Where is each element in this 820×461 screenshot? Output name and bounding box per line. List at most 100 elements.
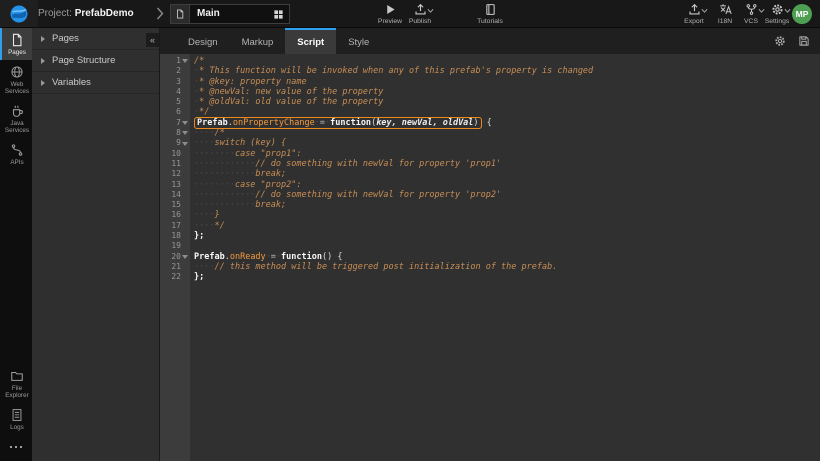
more-options-icon[interactable] (0, 439, 32, 455)
code-line[interactable]: 9····switch (key) { (160, 138, 820, 148)
whitespace-dots: ············ (194, 169, 255, 179)
code-line[interactable]: 5·* @oldVal: old value of the property (160, 97, 820, 107)
code-line[interactable]: 21····// this method will be triggered p… (160, 262, 820, 272)
line-number: 6 (176, 107, 181, 117)
sidebar-item-web-services[interactable]: Web Services (0, 60, 32, 99)
gutter[interactable]: 3 (160, 77, 190, 87)
app-logo[interactable] (0, 0, 38, 27)
code-token: key, newVal, oldVal (376, 118, 473, 128)
script-settings-gear-icon[interactable] (774, 35, 786, 47)
gutter[interactable]: 10 (160, 149, 190, 159)
fold-arrow-icon[interactable] (182, 59, 188, 63)
code-text: ············break; (190, 169, 286, 179)
sidebar-item-logs[interactable]: Logs (0, 403, 32, 435)
chevron-right-icon (41, 36, 45, 42)
gutter[interactable]: 15 (160, 200, 190, 210)
code-line[interactable]: 17····*/ (160, 221, 820, 231)
fold-arrow-icon[interactable] (182, 255, 188, 259)
java-services-label: Java Services (2, 120, 32, 134)
gutter[interactable]: 6 (160, 107, 190, 117)
code-line[interactable]: 7Prefab.onPropertyChange·=·function(key,… (160, 118, 820, 128)
tab-script[interactable]: Script (285, 28, 336, 54)
gutter[interactable]: 16 (160, 210, 190, 220)
fold-arrow-icon[interactable] (182, 131, 188, 135)
code-token: onPropertyChange (233, 118, 315, 128)
code-line[interactable]: 3·* @key: property name (160, 77, 820, 87)
code-token: { (487, 118, 492, 128)
line-number: 15 (171, 200, 181, 210)
gutter[interactable]: 8 (160, 128, 190, 138)
pages-icon (10, 33, 24, 47)
panel-section-label: Page Structure (52, 55, 115, 66)
gutter[interactable]: 17 (160, 221, 190, 231)
sidebar-item-pages[interactable]: Pages (0, 28, 32, 60)
gutter[interactable]: 18 (160, 231, 190, 241)
code-line[interactable]: 19 (160, 241, 820, 251)
tutorials-icon (484, 3, 497, 16)
export-icon (688, 3, 701, 16)
settings-button[interactable]: Settings (759, 3, 795, 25)
panel-section-variables[interactable]: Variables (32, 72, 159, 94)
project-name: PrefabDemo (75, 8, 134, 19)
gutter[interactable]: 20 (160, 252, 190, 262)
fold-arrow-icon[interactable] (182, 121, 188, 125)
panel-collapse-button[interactable]: « (146, 33, 159, 47)
code-editor[interactable]: 1/*2·* This function will be invoked whe… (160, 54, 820, 461)
code-line[interactable]: 20Prefab.onReady·=·function() { (160, 252, 820, 262)
gutter[interactable]: 7 (160, 118, 190, 128)
fold-arrow-icon[interactable] (182, 142, 188, 146)
code-token: */ (214, 221, 224, 231)
panel-section-page-structure[interactable]: Page Structure (32, 50, 159, 72)
code-token: */ (199, 107, 209, 117)
gutter[interactable]: 2 (160, 66, 190, 76)
tab-markup[interactable]: Markup (230, 28, 286, 54)
user-avatar[interactable]: MP (792, 4, 812, 24)
code-text: ·* @newVal: new value of the property (190, 87, 383, 97)
grid-view-icon[interactable] (267, 5, 289, 23)
gutter[interactable]: 12 (160, 169, 190, 179)
gutter[interactable]: 5 (160, 97, 190, 107)
code-line[interactable]: 18}; (160, 231, 820, 241)
code-line[interactable]: 1/* (160, 56, 820, 66)
code-line[interactable]: 2·* This function will be invoked when a… (160, 66, 820, 76)
save-icon[interactable] (798, 35, 810, 47)
gutter[interactable]: 11 (160, 159, 190, 169)
code-line[interactable]: 11············// do something with newVa… (160, 159, 820, 169)
panel-section-pages[interactable]: Pages (32, 28, 159, 50)
code-line[interactable]: 14············// do something with newVa… (160, 190, 820, 200)
gutter[interactable]: 22 (160, 272, 190, 282)
page-selector[interactable]: Main (170, 4, 290, 24)
code-line[interactable]: 13········case "prop2": (160, 180, 820, 190)
line-number: 5 (176, 97, 181, 107)
gutter[interactable]: 4 (160, 87, 190, 97)
code-text: ·* This function will be invoked when an… (190, 66, 593, 76)
line-number: 4 (176, 87, 181, 97)
code-line[interactable]: 15 ············break; (160, 200, 820, 210)
wavemaker-logo-icon (9, 4, 29, 24)
tab-design[interactable]: Design (176, 28, 230, 54)
gutter[interactable]: 13 (160, 180, 190, 190)
gutter[interactable]: 19 (160, 241, 190, 251)
code-text (190, 241, 194, 251)
code-token: // do something with newVal for property… (255, 190, 501, 200)
publish-button[interactable]: Publish (402, 3, 438, 25)
gutter[interactable]: 21 (160, 262, 190, 272)
gutter[interactable]: 9 (160, 138, 190, 148)
code-line[interactable]: 16····} (160, 210, 820, 220)
tutorials-button[interactable]: Tutorials (472, 3, 508, 25)
code-token: // do something with newVal for property… (255, 159, 501, 169)
code-line[interactable]: 22}; (160, 272, 820, 282)
code-line[interactable]: 8····/* (160, 128, 820, 138)
code-line[interactable]: 4 ·* @newVal: new value of the property (160, 87, 820, 97)
gutter[interactable]: 14 (160, 190, 190, 200)
code-line[interactable]: 10········case "prop1": (160, 149, 820, 159)
code-text: ············break; (190, 200, 286, 210)
tab-style[interactable]: Style (336, 28, 381, 54)
sidebar-item-file-explorer[interactable]: File Explorer (0, 364, 32, 403)
sidebar-item-java-services[interactable]: Java Services (0, 99, 32, 138)
sidebar-item-apis[interactable]: APIs (0, 138, 32, 170)
code-token: ) (473, 118, 478, 128)
code-line[interactable]: 12············break; (160, 169, 820, 179)
gutter[interactable]: 1 (160, 56, 190, 66)
file-explorer-icon (10, 369, 24, 383)
